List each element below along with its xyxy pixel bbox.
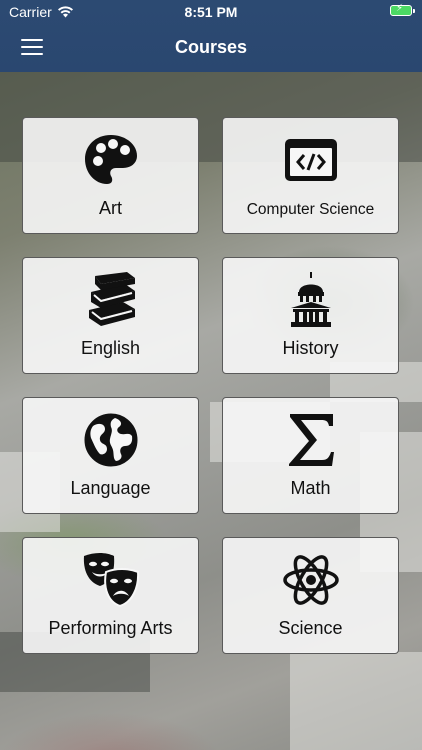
course-tile-english[interactable]: English (22, 257, 199, 374)
course-tile-science[interactable]: Science (222, 537, 399, 654)
atom-icon (223, 552, 398, 608)
globe-icon (23, 412, 198, 468)
course-label: Art (98, 198, 122, 218)
page-title: Courses (174, 37, 248, 57)
course-tile-performing-arts[interactable]: Performing Arts (22, 537, 199, 654)
course-label: Math (290, 478, 331, 498)
clock-label: 8:51 PM (184, 4, 238, 20)
course-label: Science (278, 618, 343, 638)
status-bar: Carrier 8:51 PM ⚡ (0, 0, 422, 24)
course-label: Language (70, 478, 151, 498)
theater-masks-icon (23, 552, 198, 608)
capitol-building-icon (223, 272, 398, 328)
course-label: English (80, 338, 141, 358)
palette-icon (23, 132, 198, 188)
course-tile-art[interactable]: Art (22, 117, 199, 234)
course-tile-language[interactable]: Language (22, 397, 199, 514)
navigation-bar: Carrier 8:51 PM ⚡ Courses (0, 0, 422, 72)
battery-icon: ⚡ (390, 3, 415, 16)
sigma-icon (223, 412, 398, 468)
course-tile-computer-science[interactable]: Computer Science (222, 117, 399, 234)
course-label: Performing Arts (48, 618, 173, 638)
course-label: History (282, 338, 339, 358)
course-label: Computer Science (246, 201, 375, 218)
course-tile-math[interactable]: Math (222, 397, 399, 514)
books-icon (23, 272, 198, 328)
course-tile-history[interactable]: History (222, 257, 399, 374)
code-window-icon (223, 132, 398, 188)
